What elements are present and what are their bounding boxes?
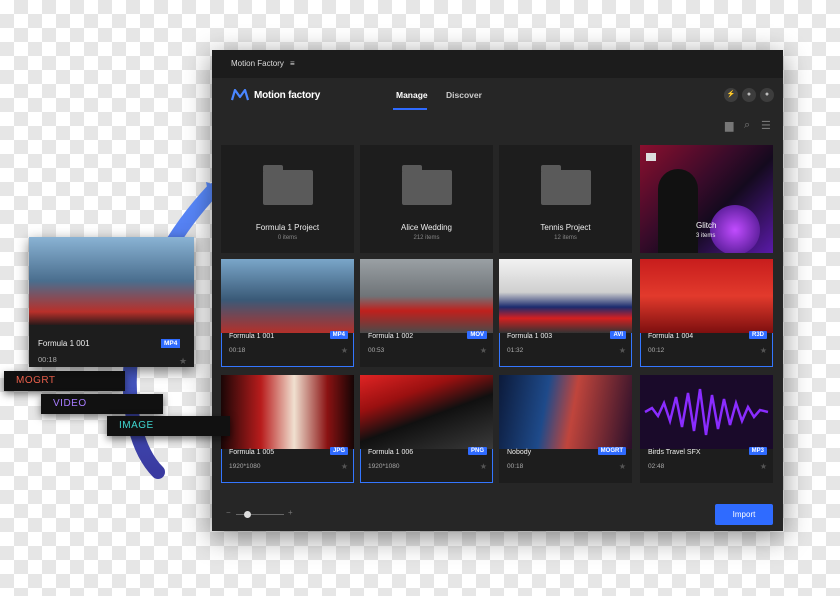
zoom-in-icon[interactable]: +: [288, 508, 293, 517]
app-title: Motion Factory: [231, 59, 284, 68]
folder-title: Glitch: [696, 221, 717, 230]
asset-meta: 1920*1080: [229, 463, 261, 470]
zoom-slider-handle[interactable]: [244, 511, 251, 518]
asset-name: Formula 1 001: [229, 333, 275, 340]
brand: Motion factory: [231, 88, 320, 102]
asset-card[interactable]: Formula 1 006 1920*1080 PNG ★: [360, 375, 493, 483]
star-icon[interactable]: ★: [760, 462, 767, 471]
folder-card-image[interactable]: Glitch 3 items: [640, 145, 773, 253]
asset-thumbnail: [499, 259, 632, 333]
flash-icon[interactable]: ⚡: [724, 88, 738, 102]
folder-card[interactable]: Formula 1 Project 0 items: [221, 145, 354, 253]
type-label-mogrt: MOGRT: [4, 371, 125, 391]
asset-meta: 00:18: [507, 463, 524, 470]
waveform-graphic: [644, 388, 769, 436]
asset-thumbnail: [360, 259, 493, 333]
folder-count: 212 items: [413, 235, 440, 241]
active-tab-indicator: [393, 108, 427, 110]
folder-icon: [646, 153, 656, 161]
folder-icon: [541, 165, 591, 205]
format-badge: MP4: [329, 331, 348, 339]
sort-icon[interactable]: ☰: [761, 119, 771, 132]
format-badge: MOV: [467, 331, 487, 339]
asset-name: Formula 1 006: [368, 449, 414, 456]
star-icon[interactable]: ★: [341, 346, 348, 355]
folder-card[interactable]: Alice Wedding 212 items: [360, 145, 493, 253]
folder-count: 0 items: [277, 235, 298, 241]
star-icon[interactable]: ★: [480, 462, 487, 471]
asset-card[interactable]: Formula 1 001 00:18 MP4 ★: [221, 259, 354, 367]
app-window: Motion Factory ≡ Motion factory Manage D…: [212, 50, 783, 531]
asset-thumbnail: [29, 237, 194, 325]
asset-thumbnail: [640, 375, 773, 449]
folder-card[interactable]: Tennis Project 12 items: [499, 145, 632, 253]
star-icon[interactable]: ★: [619, 462, 626, 471]
format-badge: MOGRT: [597, 447, 626, 455]
format-badge: MP3: [748, 447, 767, 455]
title-bar: Motion Factory ≡: [212, 50, 783, 78]
brand-logo-icon: [231, 89, 249, 101]
asset-card[interactable]: Birds Travel SFX 02:48 MP3 ★: [640, 375, 773, 483]
asset-card[interactable]: Formula 1 004 00:12 R3D ★: [640, 259, 773, 367]
bell-icon[interactable]: ●: [742, 88, 756, 102]
asset-thumbnail: [221, 259, 354, 333]
folder-title: Alice Wedding: [401, 223, 452, 232]
tab-discover[interactable]: Discover: [446, 90, 482, 100]
asset-card[interactable]: Formula 1 003 01:32 AVI ★: [499, 259, 632, 367]
asset-thumbnail: [640, 259, 773, 333]
format-badge: MP4: [161, 339, 181, 348]
star-icon[interactable]: ★: [341, 462, 348, 471]
import-button[interactable]: Import: [715, 504, 773, 525]
tab-manage[interactable]: Manage: [396, 90, 428, 100]
format-badge: R3D: [748, 331, 767, 339]
format-badge: PNG: [467, 447, 487, 455]
asset-name: Formula 1 005: [229, 449, 275, 456]
add-folder-icon[interactable]: ▆: [725, 119, 733, 132]
asset-meta: 02:48: [648, 463, 665, 470]
star-icon[interactable]: ★: [760, 346, 767, 355]
search-icon[interactable]: ⌕: [744, 119, 750, 132]
format-badge: AVI: [610, 331, 626, 339]
asset-name: Formula 1 004: [648, 333, 694, 340]
asset-meta: 01:32: [507, 347, 524, 354]
star-icon[interactable]: ★: [619, 346, 626, 355]
zoom-out-icon[interactable]: −: [226, 508, 231, 517]
user-icon[interactable]: ●: [760, 88, 774, 102]
asset-name: Formula 1 003: [507, 333, 553, 340]
asset-thumbnail: [499, 375, 632, 449]
asset-card[interactable]: Formula 1 005 1920*1080 JPG ★: [221, 375, 354, 483]
asset-thumbnail: [360, 375, 493, 449]
zoom-slider[interactable]: − +: [226, 508, 294, 518]
folder-icon: [263, 165, 313, 205]
folder-title: Formula 1 Project: [255, 223, 320, 232]
folder-count: 12 items: [554, 235, 577, 241]
asset-meta: 00:18: [229, 347, 246, 354]
asset-meta: 00:12: [648, 347, 665, 354]
format-badge: JPG: [329, 447, 348, 455]
folder-count: 3 items: [696, 233, 716, 239]
asset-meta: 00:53: [368, 347, 385, 354]
folder-icon: [402, 165, 452, 205]
bottom-bar: − + Import: [212, 495, 783, 531]
hamburger-icon[interactable]: ≡: [290, 59, 295, 68]
type-label-image: IMAGE: [107, 416, 230, 436]
brand-name: Motion factory: [254, 89, 321, 101]
star-icon[interactable]: ★: [179, 356, 187, 367]
asset-name: Formula 1 002: [368, 333, 414, 340]
asset-name: Nobody: [507, 449, 532, 456]
asset-card[interactable]: Nobody 00:18 MOGRT ★: [499, 375, 632, 483]
asset-name: Birds Travel SFX: [648, 449, 701, 456]
star-icon[interactable]: ★: [480, 346, 487, 355]
asset-card[interactable]: Formula 1 002 00:53 MOV ★: [360, 259, 493, 367]
asset-name: Formula 1 001: [38, 339, 90, 348]
asset-meta: 00:18: [38, 355, 57, 364]
type-label-video: VIDEO: [41, 394, 163, 414]
asset-meta: 1920*1080: [368, 463, 400, 470]
asset-thumbnail: [221, 375, 354, 449]
folder-title: Tennis Project: [540, 223, 591, 232]
asset-grid: Formula 1 Project 0 items Alice Wedding …: [221, 145, 776, 487]
